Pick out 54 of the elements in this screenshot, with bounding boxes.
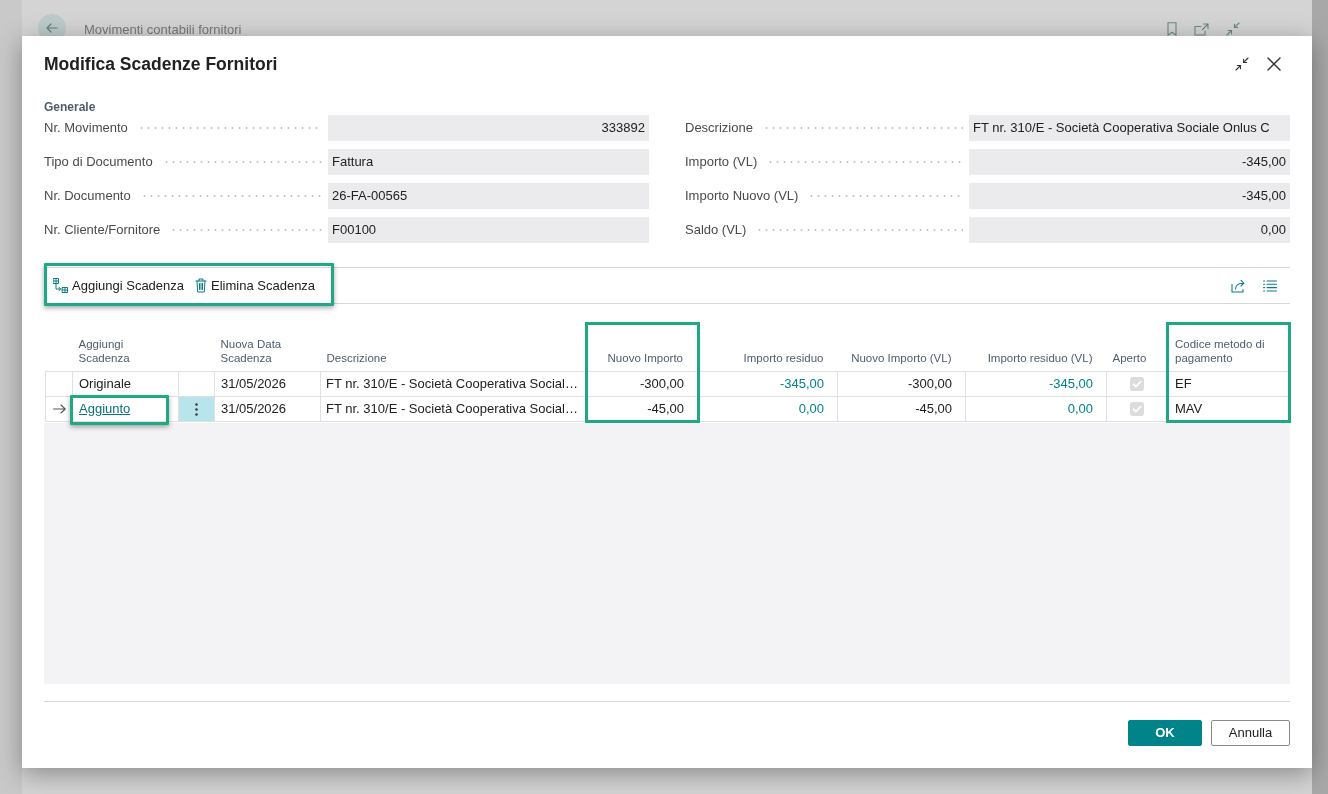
page-title: Movimenti contabili fornitori	[84, 21, 242, 40]
column-header[interactable]: Importo residuo	[698, 323, 838, 372]
column-header[interactable]: Nuovo Importo	[586, 323, 699, 372]
table-cell: -45,00	[837, 396, 966, 422]
toolbar-button[interactable]: Aggiungi Scadenza	[48, 270, 190, 301]
column-header[interactable]: Codice metodo di pagamento	[1167, 323, 1290, 372]
column-header[interactable]: Nuovo Importo (VL)	[837, 323, 966, 372]
field-label: Importo (VL)	[685, 153, 758, 172]
amount-link[interactable]: -345,00	[1048, 376, 1093, 391]
field-label: Nr. Cliente/Fornitore	[44, 221, 161, 240]
input-field[interactable]: -345,00	[969, 149, 1290, 175]
field-label: Saldo (VL)	[685, 221, 747, 240]
open-in-new-icon[interactable]	[1194, 22, 1209, 36]
table-cell: -300,00	[837, 371, 966, 397]
amount-link[interactable]: 0,00	[1067, 401, 1093, 416]
back-arrow-icon	[46, 23, 58, 33]
ok-button[interactable]: OK	[1128, 720, 1202, 746]
table-cell: -300,00	[586, 371, 699, 397]
amount-link[interactable]: 0,00	[798, 401, 824, 416]
field-label: Descrizione	[685, 119, 753, 138]
amount-link[interactable]: -345,00	[779, 376, 824, 391]
grid-arrow-icon	[53, 278, 68, 293]
table-cell: Originale	[72, 371, 179, 397]
table-cell: 31/05/2026	[214, 371, 321, 397]
close-icon[interactable]	[1267, 57, 1281, 71]
share-icon[interactable]	[1231, 278, 1245, 293]
input-field[interactable]: 26-FA-00565	[328, 183, 649, 209]
table-cell: 31/05/2026	[214, 396, 321, 422]
collapse-icon[interactable]	[1235, 57, 1249, 71]
trash-icon	[195, 278, 208, 293]
column-header[interactable]: Aggiungi Scadenza	[72, 323, 179, 372]
section-heading: Generale	[44, 99, 96, 115]
field-label: Importo Nuovo (VL)	[685, 187, 799, 206]
input-field[interactable]: 0,00	[969, 217, 1290, 243]
field-label: Tipo di Documento	[44, 153, 153, 172]
column-header[interactable]: Importo residuo (VL)	[965, 323, 1107, 372]
input-field[interactable]: FT nr. 310/E - Società Cooperativa Sociale Onlus C	[969, 115, 1290, 141]
input-field[interactable]: -345,00	[969, 183, 1290, 209]
row-menu-button[interactable]	[179, 397, 214, 421]
field-label: Nr. Documento	[44, 187, 131, 206]
dialog-title: Modifica Scadenze Fornitori	[44, 52, 278, 76]
bookmark-icon[interactable]	[1167, 22, 1177, 36]
table-cell: FT nr. 310/E - Società Cooperativa Social…	[320, 371, 587, 397]
vertical-dots-icon	[195, 402, 198, 416]
list-icon[interactable]	[1263, 279, 1277, 292]
column-header[interactable]: Descrizione	[320, 323, 587, 372]
field-label: Nr. Movimento	[44, 119, 128, 138]
toolbar-button[interactable]: Elimina Scadenza	[190, 270, 321, 301]
cancel-button[interactable]: Annulla	[1211, 720, 1290, 746]
input-field[interactable]: 333892	[328, 115, 649, 141]
table-cell: EF	[1167, 371, 1290, 397]
column-header[interactable]: Nuova Data Scadenza	[214, 323, 321, 372]
input-field[interactable]: F00100	[328, 217, 649, 243]
input-field[interactable]: Fattura	[328, 149, 649, 175]
